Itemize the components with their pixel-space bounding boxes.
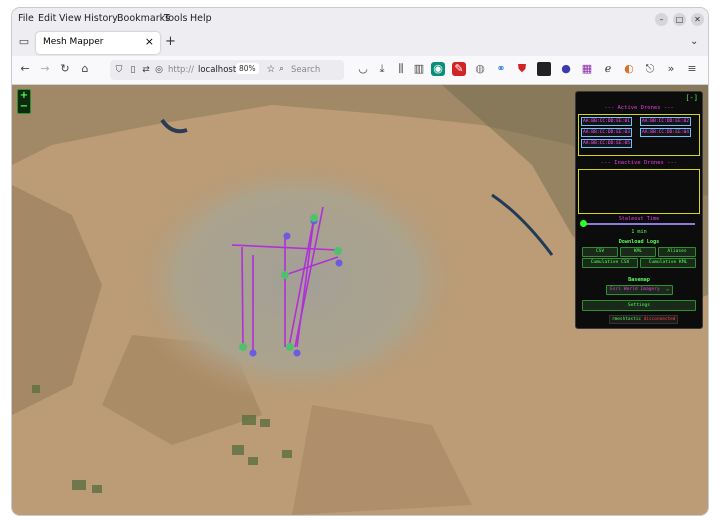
menu-file[interactable]: File (18, 13, 34, 24)
pocket-icon[interactable]: ◡ (356, 62, 370, 76)
url-bar[interactable]: ⛉ ▯ ⇄ ◎ http:// localhost: 80% ☆ (110, 60, 280, 80)
menu-bar: File Edit View History Bookmarks Tools H… (12, 8, 708, 30)
link-extension-icon[interactable]: ⚭ (494, 62, 508, 76)
drone-chip[interactable]: AA:BB:CC:DD:EE:02 (640, 117, 692, 126)
tab-list-icon[interactable]: ▭ (17, 35, 31, 49)
map-view[interactable]: + − [-] --- Active Drones --- AA:BB:CC:D… (12, 85, 708, 515)
menu-view[interactable]: View (59, 13, 82, 24)
forward-icon[interactable]: → (38, 62, 52, 76)
new-tab-icon[interactable]: + (165, 34, 176, 49)
basemap-select-value: Esri World Imagery (610, 287, 660, 292)
chevron-down-icon: ⌄ (666, 287, 669, 292)
inactive-drones-box (578, 169, 700, 214)
zoom-out-button[interactable]: − (18, 101, 30, 112)
zoom-in-button[interactable]: + (18, 90, 30, 101)
connection-status: rmeshtastic disconnected (609, 315, 679, 324)
tab-title: Mesh Mapper (43, 37, 104, 47)
drone-marker[interactable] (293, 349, 301, 357)
pdf-extension-icon[interactable]: ✎ (452, 62, 466, 76)
tab-mesh-mapper[interactable]: Mesh Mapper × (36, 32, 160, 54)
library-icon[interactable]: ⫼ (394, 62, 408, 76)
collapse-button[interactable]: [-] (685, 94, 698, 102)
menu-edit[interactable]: Edit (38, 13, 56, 24)
url-host: localhost: (198, 65, 240, 75)
overflow-icon[interactable]: » (664, 62, 678, 76)
chevron-down-icon[interactable]: ⌄ (690, 36, 698, 47)
sphere-extension-icon[interactable]: ● (559, 62, 573, 76)
drone-marker[interactable] (283, 232, 291, 240)
search-icon: ⌕ (279, 64, 285, 74)
active-drones-title: --- Active Drones --- (604, 105, 674, 111)
sidebar-icon[interactable]: ▥ (412, 62, 426, 76)
url-prefix: http:// (168, 65, 195, 75)
search-input[interactable]: ⌕ Search (274, 60, 344, 80)
share-icon[interactable]: ⎋ (643, 62, 657, 76)
reload-icon[interactable]: ↻ (58, 62, 72, 76)
drone-chip[interactable]: AA:BB:CC:DD:EE:03 (581, 128, 633, 137)
back-icon[interactable]: ← (18, 62, 32, 76)
basemap-select[interactable]: Esri World Imagery ⌄ (606, 285, 673, 295)
maximize-icon[interactable]: □ (673, 13, 686, 26)
menu-tools[interactable]: Tools (164, 13, 187, 24)
page-icon[interactable]: ▯ (126, 63, 140, 77)
home-icon[interactable]: ⌂ (78, 62, 92, 76)
download-cumulative-csv-button[interactable]: Cumulative CSV (582, 258, 638, 268)
close-window-icon[interactable]: ✕ (691, 13, 704, 26)
zoom-level[interactable]: 80% (236, 63, 259, 74)
basemap-title: Basemap (628, 277, 650, 283)
drone-panel: [-] --- Active Drones --- AA:BB:CC:DD:EE… (575, 91, 703, 329)
inactive-drones-title: --- Inactive Drones --- (600, 160, 678, 166)
drone-marker[interactable] (249, 349, 257, 357)
pilot-marker[interactable] (286, 343, 294, 351)
download-logs-title: Download Logs (618, 239, 660, 245)
nav-bar: ← → ↻ ⌂ ⛉ ▯ ⇄ ◎ http:// localhost: 80% ☆… (12, 56, 708, 85)
location-icon[interactable]: ◎ (152, 63, 166, 77)
search-placeholder: Search (291, 65, 321, 75)
grid-extension-icon[interactable]: ▦ (580, 62, 594, 76)
menu-help[interactable]: Help (190, 13, 212, 24)
drone-chip[interactable]: AA:BB:CC:DD:EE:04 (640, 128, 692, 137)
pilot-marker[interactable] (310, 214, 318, 222)
tab-bar: ▭ Mesh Mapper × + ⌄ (12, 30, 708, 56)
status-right: disconnected (643, 317, 676, 322)
staleout-value: 1 min (631, 229, 647, 235)
menu-history[interactable]: History (84, 13, 118, 24)
active-drones-box: AA:BB:CC:DD:EE:01 AA:BB:CC:DD:EE:02 AA:B… (578, 114, 700, 156)
staleout-slider-track[interactable] (583, 223, 695, 225)
staleout-slider-thumb[interactable] (580, 220, 587, 227)
color-extension-icon[interactable]: ◐ (622, 62, 636, 76)
curl-extension-icon[interactable]: ℯ (601, 62, 615, 76)
download-kml-button[interactable]: KML (620, 247, 656, 257)
status-left: rmeshtastic (612, 317, 642, 322)
menu-bookmarks[interactable]: Bookmarks (117, 13, 170, 24)
drone-chip[interactable]: AA:BB:CC:DD:EE:05 (581, 139, 633, 148)
zoom-control: + − (17, 89, 31, 114)
browser-window: File Edit View History Bookmarks Tools H… (12, 8, 708, 515)
minimize-icon[interactable]: – (655, 13, 668, 26)
ublock-icon[interactable]: ⛊ (515, 62, 529, 76)
drone-marker[interactable] (335, 259, 343, 267)
pilot-marker[interactable] (334, 247, 342, 255)
hamburger-menu-icon[interactable]: ≡ (685, 62, 699, 76)
download-cumulative-kml-button[interactable]: Cumulative KML (640, 258, 696, 268)
staleout-title: Staleout Time (618, 216, 660, 222)
download-aliases-button[interactable]: Aliases (658, 247, 696, 257)
shield-icon[interactable]: ⛉ (112, 63, 126, 77)
tab-close-icon[interactable]: × (145, 35, 154, 48)
extension-icon[interactable]: ◉ (431, 62, 445, 76)
pilot-marker[interactable] (281, 271, 289, 279)
pilot-marker[interactable] (239, 343, 247, 351)
settings-button[interactable]: Settings (582, 300, 696, 311)
globe-extension-icon[interactable]: ◍ (473, 62, 487, 76)
download-csv-button[interactable]: CSV (582, 247, 618, 257)
downloads-icon[interactable]: ⤓ (375, 62, 389, 76)
permissions-icon[interactable]: ⇄ (139, 63, 153, 77)
drone-chip[interactable]: AA:BB:CC:DD:EE:01 (581, 117, 633, 126)
dark-extension-icon[interactable] (537, 62, 551, 76)
